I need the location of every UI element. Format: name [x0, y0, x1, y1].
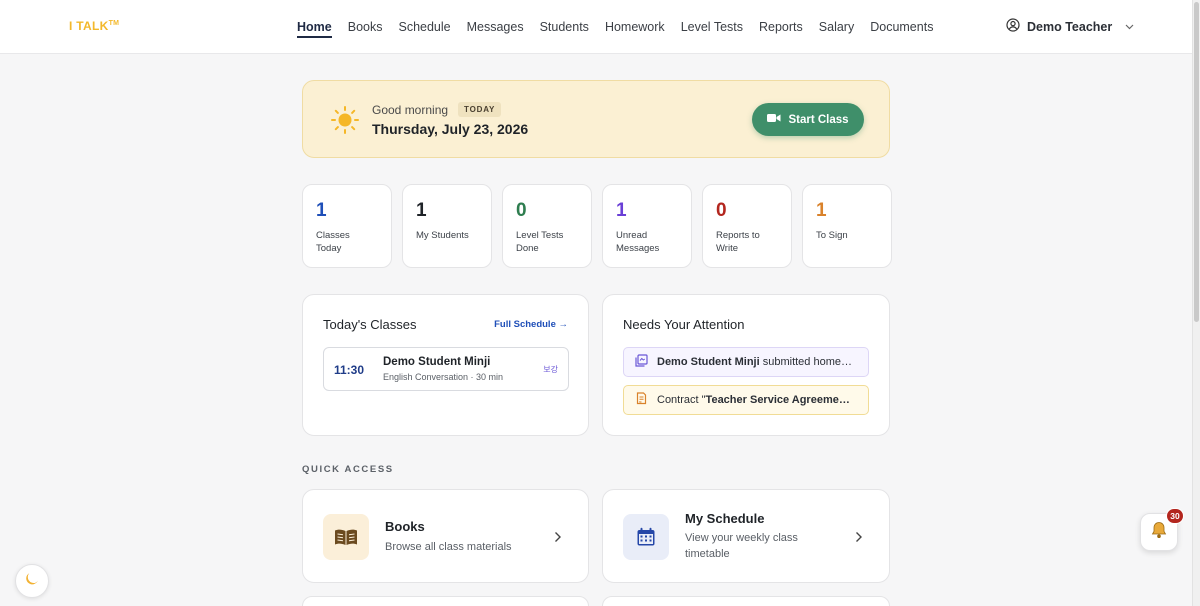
page-scrollbar[interactable]	[1192, 0, 1200, 606]
stat-to-sign[interactable]: 1 To Sign	[802, 184, 892, 268]
current-date: Thursday, July 23, 2026	[372, 121, 529, 137]
quick-access-subtitle: View your weekly class timetable	[685, 532, 798, 560]
user-menu[interactable]: Demo Teacher	[1006, 18, 1134, 35]
start-class-button[interactable]: Start Class	[752, 103, 864, 136]
stat-value: 0	[516, 200, 527, 221]
main-nav: Home Books Schedule Messages Students Ho…	[297, 0, 933, 54]
attention-title: Needs Your Attention	[623, 317, 745, 332]
user-circle-icon	[1006, 18, 1020, 35]
stat-value: 1	[316, 200, 327, 221]
calendar-icon	[623, 514, 669, 560]
user-name: Demo Teacher	[1027, 19, 1113, 34]
nav-messages[interactable]: Messages	[467, 0, 524, 54]
full-schedule-link[interactable]: Full Schedule →	[494, 319, 568, 330]
nav-documents[interactable]: Documents	[870, 0, 933, 54]
chevron-right-icon	[855, 530, 863, 546]
stat-level-tests-done[interactable]: 0 Level Tests Done	[502, 184, 592, 268]
attention-item-text: Contract "Teacher Service Agreeme…	[657, 394, 850, 406]
todays-classes-title: Today's Classes	[323, 317, 417, 332]
makeup-class-tag: 보강	[543, 365, 558, 374]
stat-label: Classes Today	[316, 230, 350, 254]
stats-row: 1 Classes Today 1 My Students 0 Level Te…	[302, 184, 892, 268]
stat-classes-today[interactable]: 1 Classes Today	[302, 184, 392, 268]
quick-access-card-next[interactable]	[602, 596, 890, 606]
homework-icon	[635, 354, 648, 370]
theme-toggle-button[interactable]	[15, 564, 49, 598]
greeting-line: Good morning TODAY	[372, 102, 502, 117]
quick-access-title: My Schedule	[685, 511, 765, 526]
sun-icon	[330, 105, 360, 135]
quick-access-label: QUICK ACCESS	[302, 464, 394, 475]
nav-salary[interactable]: Salary	[819, 0, 854, 54]
stat-label: To Sign	[816, 230, 848, 241]
stat-value: 1	[416, 200, 427, 221]
nav-books[interactable]: Books	[348, 0, 383, 54]
quick-access-books[interactable]: Books Browse all class materials	[302, 489, 589, 583]
top-navbar: I TALKTM Home Books Schedule Messages St…	[0, 0, 1192, 54]
nav-homework[interactable]: Homework	[605, 0, 665, 54]
scrollbar-thumb[interactable]	[1194, 2, 1199, 322]
app-logo[interactable]: I TALKTM	[69, 19, 119, 33]
chevron-down-icon	[1125, 22, 1134, 32]
stat-label: Reports to Write	[716, 230, 760, 254]
chevron-right-icon	[554, 530, 562, 546]
bell-icon	[1150, 521, 1168, 544]
class-student: Demo Student Minji	[383, 356, 491, 368]
attention-item-contract[interactable]: Contract "Teacher Service Agreeme…	[623, 385, 869, 415]
notification-count-badge: 30	[1166, 508, 1184, 524]
moon-icon	[24, 571, 40, 592]
stat-label: My Students	[416, 230, 469, 241]
stat-my-students[interactable]: 1 My Students	[402, 184, 492, 268]
greeting-banner: Good morning TODAY Thursday, July 23, 20…	[302, 80, 890, 158]
nav-level-tests[interactable]: Level Tests	[681, 0, 743, 54]
stat-label: Level Tests Done	[516, 230, 564, 254]
quick-access-my-schedule[interactable]: My Schedule View your weekly class timet…	[602, 489, 890, 583]
class-detail: English Conversation · 30 min	[383, 372, 504, 382]
book-icon	[323, 514, 369, 560]
quick-access-card-next[interactable]	[302, 596, 589, 606]
nav-home[interactable]: Home	[297, 0, 332, 54]
stat-value: 0	[716, 200, 727, 221]
class-list-item[interactable]: 11:30 Demo Student Minji English Convers…	[323, 347, 569, 391]
stat-reports-to-write[interactable]: 0 Reports to Write	[702, 184, 792, 268]
stat-value: 1	[616, 200, 627, 221]
video-camera-icon	[767, 113, 781, 126]
quick-access-subtitle: Browse all class materials	[385, 541, 512, 553]
nav-students[interactable]: Students	[540, 0, 589, 54]
nav-schedule[interactable]: Schedule	[398, 0, 450, 54]
today-badge: TODAY	[458, 102, 502, 117]
class-time: 11:30	[334, 363, 365, 377]
start-class-label: Start Class	[788, 113, 849, 126]
stat-unread-messages[interactable]: 1 Unread Messages	[602, 184, 692, 268]
contract-icon	[635, 392, 648, 408]
attention-item-homework[interactable]: Demo Student Minji submitted home…	[623, 347, 869, 377]
stat-label: Unread Messages	[616, 230, 660, 254]
todays-classes-panel: Today's Classes Full Schedule → 11:30 De…	[302, 294, 589, 436]
nav-reports[interactable]: Reports	[759, 0, 803, 54]
stat-value: 1	[816, 200, 827, 221]
greeting-text: Good morning	[372, 102, 449, 117]
quick-access-title: Books	[385, 519, 425, 534]
attention-panel: Needs Your Attention Demo Student Minji …	[602, 294, 890, 436]
notifications-button[interactable]: 30	[1140, 508, 1184, 551]
attention-item-text: Demo Student Minji submitted home…	[657, 356, 852, 368]
